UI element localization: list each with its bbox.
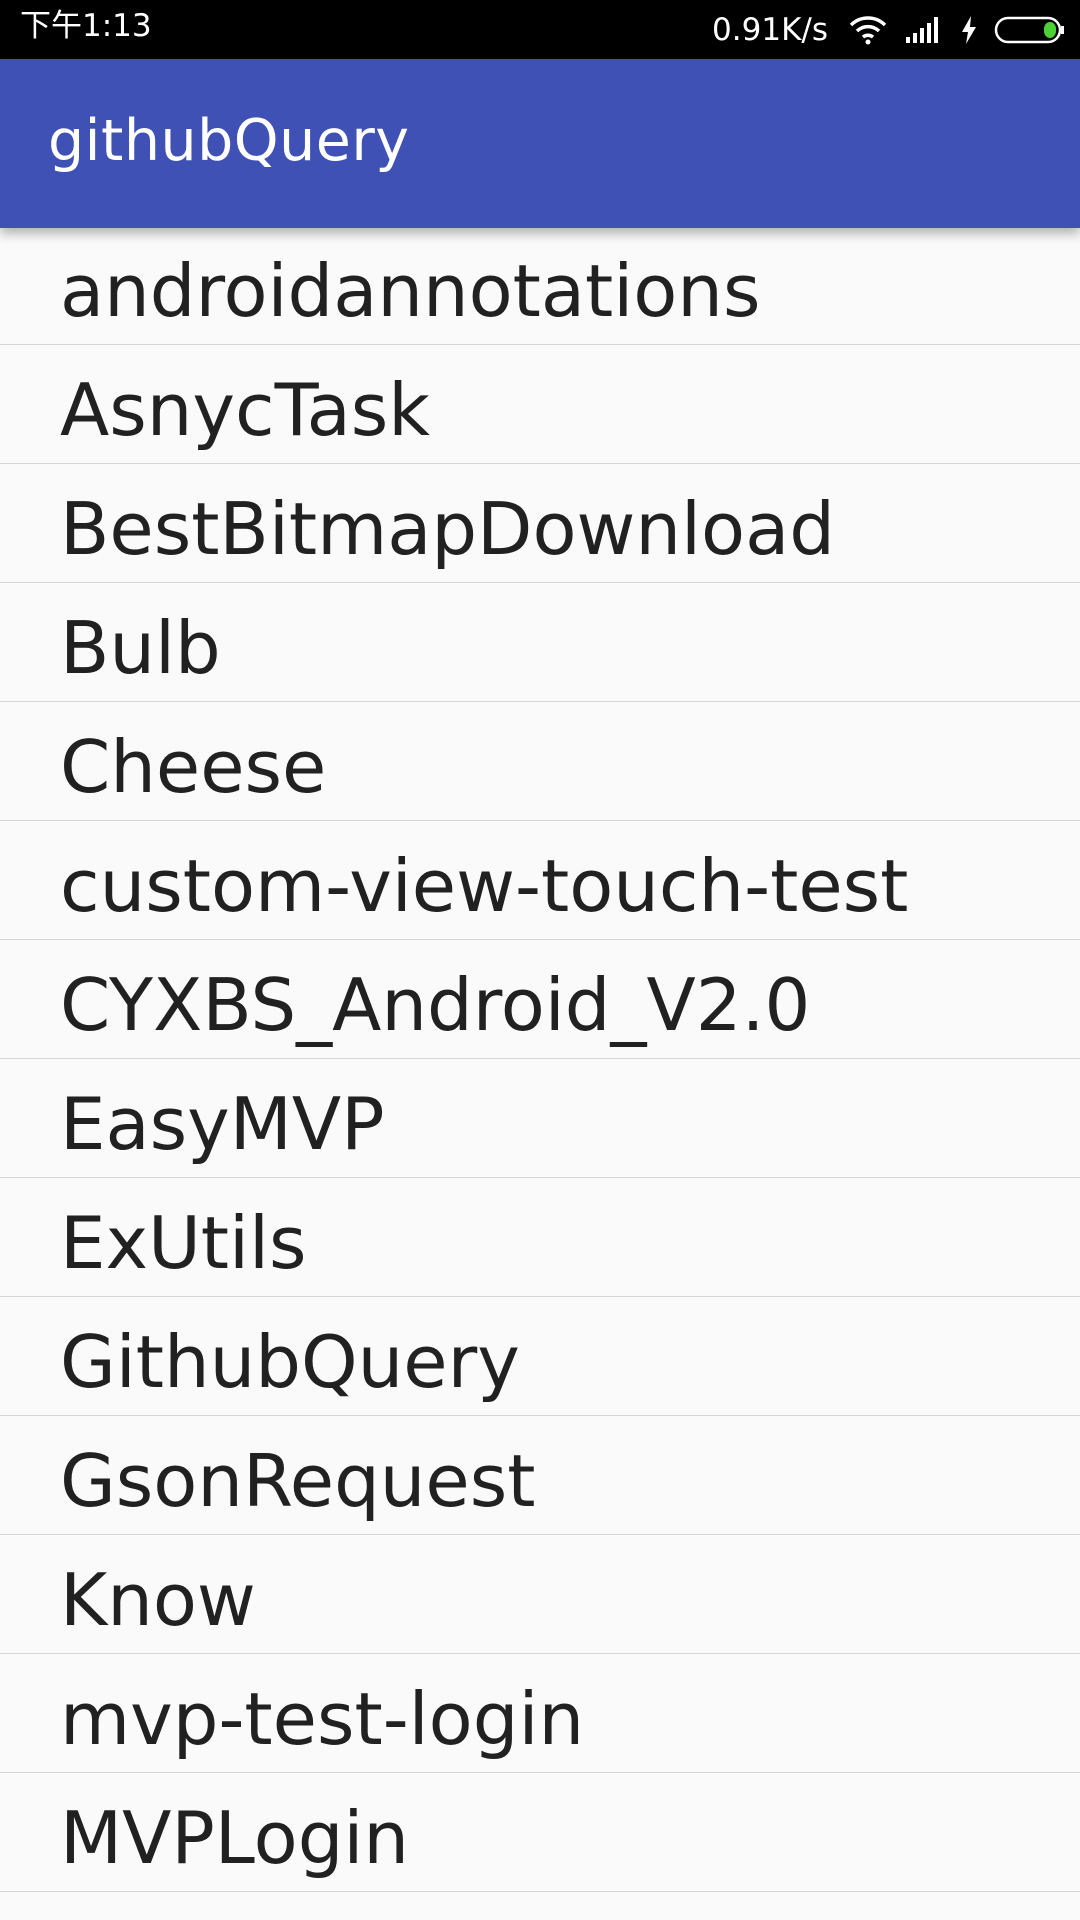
repo-name: androidannotations [60,249,761,333]
repo-name: BestBitmapDownload [60,487,835,571]
app-bar: githubQuery [0,59,1080,228]
repo-list-item[interactable]: EasyMVP [0,1060,1080,1178]
repo-list-item[interactable]: BestBitmapDownload [0,465,1080,583]
status-bar: 下午1:13 0.91K/s [0,0,1080,59]
repo-list-item[interactable]: mvp-test-login [0,1655,1080,1773]
repo-list-item[interactable]: AsnycTask [0,346,1080,464]
repo-list-item[interactable]: Know [0,1536,1080,1654]
battery-icon [994,15,1066,45]
network-speed: 0.91K/s [712,12,828,48]
repo-name: custom-view-touch-test [60,844,909,928]
repo-list-item[interactable]: GsonRequest [0,1417,1080,1535]
repo-list-item[interactable]: MVPLogin [0,1774,1080,1892]
repo-list-item[interactable]: CYXBS_Android_V2.0 [0,941,1080,1059]
repo-name: mvp-test-login [60,1677,585,1761]
repo-list-item[interactable]: androidannotations [0,228,1080,345]
repo-name: EasyMVP [60,1082,385,1166]
repo-list-item[interactable]: ExUtils [0,1179,1080,1297]
charging-icon [960,15,978,45]
app-title: githubQuery [48,108,410,174]
repo-name: AsnycTask [60,368,430,452]
repo-list-item[interactable]: Cheese [0,703,1080,821]
repo-list-item[interactable]: GithubQuery [0,1298,1080,1416]
status-time: 下午1:13 [20,8,152,44]
repo-name: GsonRequest [60,1439,536,1523]
status-icons: 0.91K/s [712,8,1066,52]
repo-name: MVPLogin [60,1796,410,1880]
repo-list-item[interactable]: custom-view-touch-test [0,822,1080,940]
repo-name: Cheese [60,725,327,809]
screen: 下午1:13 0.91K/s githubQuery androidannota… [0,0,1080,1920]
repo-name: GithubQuery [60,1320,520,1404]
repo-name: CYXBS_Android_V2.0 [60,963,811,1047]
repo-name: Bulb [60,606,221,690]
repo-list[interactable]: androidannotations AsnycTask BestBitmapDow… [0,228,1080,1920]
signal-icon [904,15,944,45]
repo-list-item[interactable]: Bulb [0,584,1080,702]
wifi-icon [848,15,888,45]
repo-name: Know [60,1558,256,1642]
repo-name: ExUtils [60,1201,307,1285]
